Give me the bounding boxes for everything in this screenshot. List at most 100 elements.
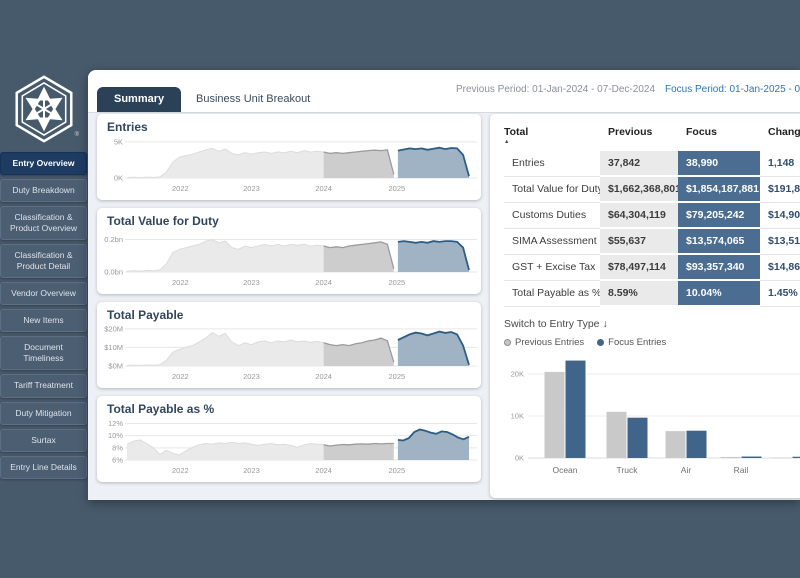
svg-text:2022: 2022: [172, 278, 189, 287]
sidebar-item-tariff-treatment[interactable]: Tariff Treatment: [0, 374, 87, 397]
tab-summary[interactable]: Summary: [97, 87, 181, 112]
summary-header-previous[interactable]: Previous: [600, 124, 678, 151]
sidebar-item-classification-product-overview[interactable]: Classification & Product Overview: [0, 206, 87, 240]
change-value[interactable]: $191,819,080: [760, 176, 800, 202]
row-label[interactable]: Total Payable as %: [504, 280, 600, 306]
svg-text:5K: 5K: [114, 137, 123, 146]
focus-area: [398, 241, 469, 272]
focus-entries-marker-icon: [597, 339, 604, 346]
bar-previous-Truck[interactable]: [607, 412, 627, 458]
focus-value[interactable]: $93,357,340: [678, 254, 760, 280]
summary-row: Total Payable as %8.59%10.04%1.45%: [504, 280, 800, 306]
change-value[interactable]: 1.45%: [760, 280, 800, 306]
entry-type-switch-label: Switch to Entry Type: [504, 318, 600, 330]
bar-focus-Rail[interactable]: [742, 457, 762, 458]
bar-previous-Air[interactable]: [666, 431, 686, 458]
legend-previous-entries[interactable]: Previous Entries: [504, 337, 584, 348]
dashboard-content: Entries 5K 0K 2022 2023 2024 2025 Total Value f…: [88, 112, 800, 500]
bar-focus-Ocean[interactable]: [566, 361, 586, 458]
svg-text:2023: 2023: [243, 278, 260, 287]
row-label[interactable]: Customs Duties: [504, 202, 600, 228]
history-area: [127, 440, 324, 460]
row-label[interactable]: SIMA Assessment: [504, 228, 600, 254]
svg-text:6%: 6%: [112, 456, 123, 465]
previous-period-label: Previous Period: 01-Jan-2024 - 07-Dec-20…: [456, 84, 655, 95]
chart-card-total-value-for-duty: Total Value for Duty0.2bn0.0bn2022202320…: [97, 208, 481, 294]
tab-business-unit-breakout[interactable]: Business Unit Breakout: [184, 87, 322, 112]
bar-focus-Air[interactable]: [687, 431, 707, 458]
sidebar-item-surtax[interactable]: Surtax: [0, 429, 87, 452]
svg-text:10%: 10%: [108, 431, 123, 440]
previous-area: [324, 150, 394, 178]
sidebar-item-new-items[interactable]: New Items: [0, 309, 87, 332]
svg-text:2025: 2025: [388, 184, 405, 193]
change-value[interactable]: $14,860,226: [760, 254, 800, 280]
summary-header-focus[interactable]: Focus: [678, 124, 760, 151]
sidebar-item-duty-breakdown[interactable]: Duty Breakdown: [0, 179, 87, 202]
svg-text:8%: 8%: [112, 443, 123, 452]
svg-text:2024: 2024: [315, 278, 332, 287]
summary-header-total[interactable]: Total▲: [504, 124, 600, 151]
summary-row: Entries37,84238,9901,148: [504, 151, 800, 176]
focus-value[interactable]: $13,574,065: [678, 228, 760, 254]
row-label[interactable]: GST + Excise Tax: [504, 254, 600, 280]
bar-focus-Truck[interactable]: [628, 418, 648, 458]
legend-focus-entries[interactable]: Focus Entries: [597, 337, 666, 348]
sidebar-item-classification-product-detail[interactable]: Classification & Product Detail: [0, 244, 87, 278]
focus-value[interactable]: 10.04%: [678, 280, 760, 306]
entry-type-bar-chart[interactable]: 0K10K20KOceanTruckAirRail: [504, 353, 800, 485]
bar-previous-clipped[interactable]: [772, 458, 792, 459]
focus-value[interactable]: $1,854,187,881: [678, 176, 760, 202]
area-chart-entries[interactable]: 5K0K2022202320242025: [97, 134, 477, 198]
svg-text:$0M: $0M: [108, 362, 123, 371]
previous-value[interactable]: $64,304,119: [600, 202, 678, 228]
hex-cube-logo-icon: [13, 74, 75, 144]
entry-type-switch[interactable]: Switch to Entry Type ↓: [504, 318, 800, 330]
previous-value[interactable]: $78,497,114: [600, 254, 678, 280]
focus-value[interactable]: 38,990: [678, 151, 760, 176]
previous-value[interactable]: 37,842: [600, 151, 678, 176]
area-chart-total-payable[interactable]: $20M$10M$0M2022202320242025: [97, 322, 477, 386]
change-value[interactable]: $13,518,428: [760, 228, 800, 254]
sidebar: ® Entry OverviewDuty BreakdownClassifica…: [0, 0, 88, 578]
svg-text:2024: 2024: [315, 184, 332, 193]
summary-row: SIMA Assessment$55,637$13,574,065$13,518…: [504, 228, 800, 254]
previous-area: [324, 242, 394, 272]
sidebar-item-entry-line-details[interactable]: Entry Line Details: [0, 456, 87, 479]
previous-value[interactable]: $55,637: [600, 228, 678, 254]
sidebar-item-duty-mitigation[interactable]: Duty Mitigation: [0, 402, 87, 425]
svg-text:2022: 2022: [172, 466, 189, 475]
previous-area: [324, 338, 394, 366]
legend-previous-label: Previous Entries: [515, 337, 584, 348]
focus-value[interactable]: $79,205,242: [678, 202, 760, 228]
svg-text:2025: 2025: [388, 466, 405, 475]
svg-text:0K: 0K: [114, 174, 123, 183]
svg-text:20K: 20K: [511, 370, 524, 379]
bar-focus-clipped[interactable]: [793, 457, 800, 458]
sidebar-item-entry-overview[interactable]: Entry Overview: [0, 152, 87, 175]
row-label[interactable]: Entries: [504, 151, 600, 176]
previous-value[interactable]: $1,662,368,801: [600, 176, 678, 202]
focus-area: [398, 148, 469, 178]
chart-title: Total Value for Duty: [97, 208, 481, 228]
svg-text:10K: 10K: [511, 412, 524, 421]
sidebar-nav: Entry Overview Duty Breakdown Classificati…: [0, 152, 88, 479]
change-value[interactable]: 1,148: [760, 151, 800, 176]
bar-previous-Rail[interactable]: [721, 457, 741, 458]
sidebar-item-vendor-overview[interactable]: Vendor Overview: [0, 282, 87, 305]
change-value[interactable]: $14,901,123: [760, 202, 800, 228]
svg-text:Truck: Truck: [617, 465, 639, 475]
sidebar-item-document-timeliness[interactable]: Document Timeliness: [0, 336, 87, 370]
dashboard-root: ® Entry OverviewDuty BreakdownClassifica…: [0, 0, 800, 578]
svg-text:2024: 2024: [315, 372, 332, 381]
area-chart-total-value-for-duty[interactable]: 0.2bn0.0bn2022202320242025: [97, 228, 477, 292]
previous-value[interactable]: 8.59%: [600, 280, 678, 306]
area-chart-total-payable-as-pct[interactable]: 12%10%8%6%2022202320242025: [97, 416, 477, 480]
bar-previous-Ocean[interactable]: [545, 372, 565, 458]
svg-text:2022: 2022: [172, 184, 189, 193]
svg-text:2023: 2023: [243, 466, 260, 475]
panel-header: Summary Business Unit Breakout Previous …: [88, 70, 800, 113]
chart-title: Entries: [97, 114, 481, 134]
row-label[interactable]: Total Value for Duty: [504, 176, 600, 202]
summary-header-change[interactable]: Change: [760, 124, 800, 151]
